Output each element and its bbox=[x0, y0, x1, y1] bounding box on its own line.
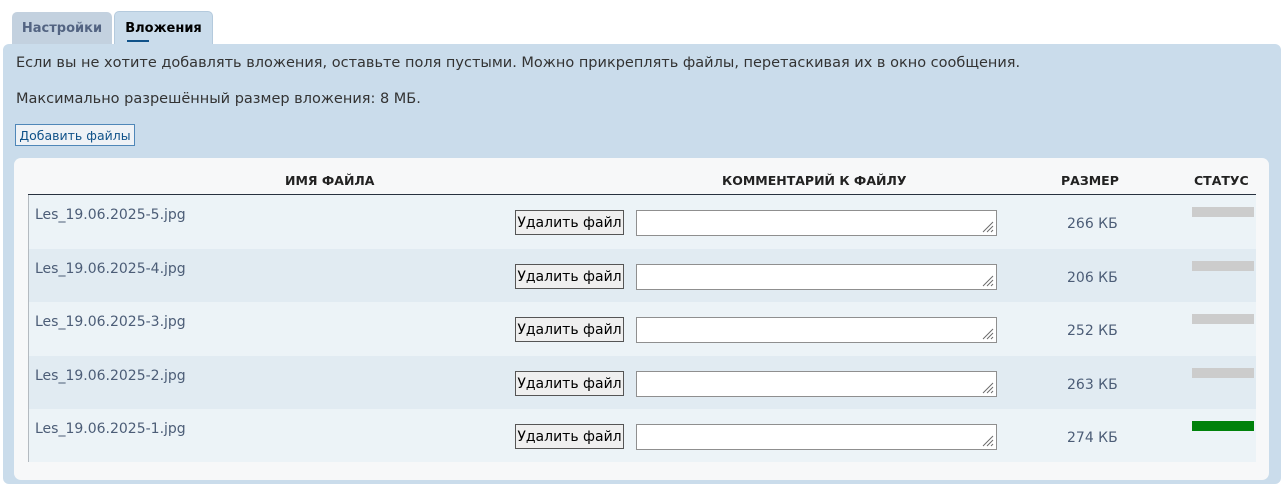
table-row: Les_19.06.2025-1.jpg Удалить файл 274 КБ bbox=[29, 409, 1256, 462]
file-name: Les_19.06.2025-5.jpg bbox=[35, 207, 186, 223]
attachments-panel: Если вы не хотите добавлять вложения, ос… bbox=[3, 44, 1281, 484]
file-comment-textarea[interactable] bbox=[636, 424, 997, 450]
upload-progress-bar bbox=[1192, 314, 1254, 324]
column-header-filename: ИМЯ ФАЙЛА bbox=[285, 173, 375, 188]
resize-grip-icon[interactable] bbox=[980, 219, 994, 233]
file-name: Les_19.06.2025-3.jpg bbox=[35, 314, 186, 330]
file-comment-textarea[interactable] bbox=[636, 210, 997, 236]
file-list: ИМЯ ФАЙЛА КОММЕНТАРИЙ К ФАЙЛУ РАЗМЕР СТА… bbox=[14, 158, 1269, 480]
file-comment-textarea[interactable] bbox=[636, 264, 997, 290]
tab-attachments-label: Вложения bbox=[125, 21, 202, 36]
column-header-comment: КОММЕНТАРИЙ К ФАЙЛУ bbox=[722, 173, 907, 188]
file-list-header: ИМЯ ФАЙЛА КОММЕНТАРИЙ К ФАЙЛУ РАЗМЕР СТА… bbox=[28, 158, 1256, 195]
help-text-empty-fields: Если вы не хотите добавлять вложения, ос… bbox=[16, 55, 1021, 71]
delete-file-button[interactable]: Удалить файл bbox=[515, 264, 624, 289]
file-comment-textarea[interactable] bbox=[636, 317, 997, 343]
table-row: Les_19.06.2025-2.jpg Удалить файл 263 КБ bbox=[29, 356, 1256, 409]
delete-file-button[interactable]: Удалить файл bbox=[515, 424, 624, 449]
table-row: Les_19.06.2025-5.jpg Удалить файл 266 КБ bbox=[29, 195, 1256, 249]
upload-progress-fill bbox=[1192, 421, 1254, 431]
upload-progress-bar bbox=[1192, 421, 1254, 431]
resize-grip-icon[interactable] bbox=[980, 433, 994, 447]
file-comment-textarea[interactable] bbox=[636, 371, 997, 397]
active-tab-indicator bbox=[127, 40, 149, 42]
file-size: 252 КБ bbox=[1067, 323, 1118, 339]
column-header-size: РАЗМЕР bbox=[1061, 173, 1119, 188]
table-row: Les_19.06.2025-4.jpg Удалить файл 206 КБ bbox=[29, 249, 1256, 302]
resize-grip-icon[interactable] bbox=[980, 273, 994, 287]
file-size: 274 КБ bbox=[1067, 430, 1118, 446]
file-name: Les_19.06.2025-2.jpg bbox=[35, 368, 186, 384]
file-size: 206 КБ bbox=[1067, 270, 1118, 286]
upload-progress-bar bbox=[1192, 368, 1254, 378]
add-files-button[interactable]: Добавить файлы bbox=[15, 124, 135, 146]
tab-settings[interactable]: Настройки bbox=[12, 12, 112, 45]
file-name: Les_19.06.2025-1.jpg bbox=[35, 421, 186, 437]
file-rows: Les_19.06.2025-5.jpg Удалить файл 266 КБ Le… bbox=[28, 195, 1256, 462]
upload-progress-bar bbox=[1192, 207, 1254, 217]
delete-file-button[interactable]: Удалить файл bbox=[515, 317, 624, 342]
delete-file-button[interactable]: Удалить файл bbox=[515, 210, 624, 235]
delete-file-button[interactable]: Удалить файл bbox=[515, 371, 624, 396]
file-size: 263 КБ bbox=[1067, 377, 1118, 393]
table-row: Les_19.06.2025-3.jpg Удалить файл 252 КБ bbox=[29, 302, 1256, 356]
resize-grip-icon[interactable] bbox=[980, 326, 994, 340]
upload-progress-bar bbox=[1192, 261, 1254, 271]
file-size: 266 КБ bbox=[1067, 216, 1118, 232]
help-text-max-size: Максимально разрешённый размер вложения:… bbox=[16, 91, 421, 107]
file-name: Les_19.06.2025-4.jpg bbox=[35, 261, 186, 277]
tab-attachments[interactable]: Вложения bbox=[114, 11, 213, 45]
resize-grip-icon[interactable] bbox=[980, 380, 994, 394]
column-header-status: СТАТУС bbox=[1194, 173, 1249, 188]
